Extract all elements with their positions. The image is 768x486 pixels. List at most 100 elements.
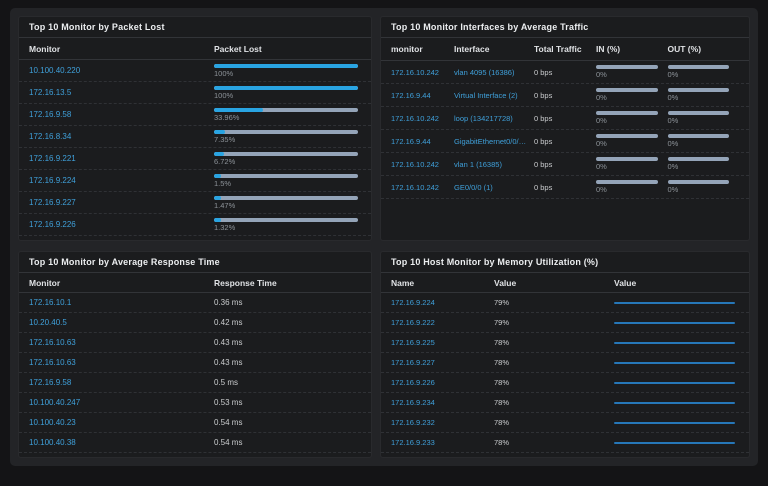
packet-lost-bar-cell: 33.96% [214, 107, 361, 122]
table-row: 10.100.40.23 0.54 ms [19, 413, 371, 433]
interface-link[interactable]: GE0/0/0 (1) [454, 183, 534, 192]
panel-title-packet-lost: Top 10 Monitor by Packet Lost [19, 17, 371, 38]
monitor-link[interactable]: 172.16.9.226 [29, 220, 214, 229]
table-row: 10.100.40.220 100% [19, 60, 371, 82]
memory-value: 78% [494, 418, 510, 427]
monitor-link[interactable]: 10.20.40.5 [29, 318, 214, 327]
memory-sparkline [614, 421, 735, 424]
monitor-link[interactable]: 172.16.10.242 [391, 68, 454, 77]
monitor-link[interactable]: 172.16.8.34 [29, 132, 214, 141]
table-body-memory-utilization: 172.16.9.224 79% 172.16.9.222 79% 172.16.9.2… [381, 293, 749, 453]
percent-label: 1.32% [214, 222, 236, 232]
out-traffic-bar-cell: 0% [667, 88, 740, 102]
out-traffic-bar-cell: 0% [667, 134, 740, 148]
table-row: 172.16.8.34 7.35% [19, 126, 371, 148]
percent-label: 0% [596, 116, 607, 126]
monitor-link[interactable]: 172.16.9.58 [29, 110, 214, 119]
total-traffic-value: 0 bps [534, 182, 553, 192]
table-body-response-time: 172.16.10.1 0.36 ms 10.20.40.5 0.42 ms 172.1… [19, 293, 371, 453]
table-row: 172.16.13.5 100% [19, 82, 371, 104]
table-row: 172.16.9.222 79% [381, 313, 749, 333]
memory-sparkline-cell [614, 361, 739, 364]
percent-label: 0% [596, 70, 607, 80]
col-header-packet-lost: Packet Lost [214, 43, 262, 54]
memory-sparkline-cell [614, 441, 739, 444]
interface-link[interactable]: loop (134217728) [454, 114, 534, 123]
progress-track [667, 180, 729, 185]
memory-sparkline [614, 401, 735, 404]
monitor-link[interactable]: 172.16.9.224 [29, 176, 214, 185]
monitor-link[interactable]: 10.100.40.220 [29, 66, 214, 75]
monitor-link[interactable]: 172.16.10.63 [29, 358, 214, 367]
monitor-link[interactable]: 172.16.10.242 [391, 114, 454, 123]
dashboard-board: Top 10 Monitor by Packet Lost Monitor Pa… [10, 8, 758, 466]
interface-link[interactable]: vlan 4095 (16386) [454, 68, 534, 77]
in-traffic-bar-cell: 0% [596, 134, 668, 148]
monitor-link[interactable]: 10.100.40.247 [29, 398, 214, 407]
monitor-link[interactable]: 172.16.10.1 [29, 298, 214, 307]
monitor-link[interactable]: 172.16.9.44 [391, 137, 454, 146]
table-row: 172.16.9.227 78% [381, 353, 749, 373]
table-row: 172.16.10.1 0.36 ms [19, 293, 371, 313]
memory-sparkline [614, 301, 735, 304]
host-link[interactable]: 172.16.9.225 [391, 338, 494, 347]
col-header-interface: Interface [454, 44, 490, 54]
monitor-link[interactable]: 172.16.10.63 [29, 338, 214, 347]
progress-track [214, 217, 358, 222]
in-traffic-bar-cell: 0% [596, 180, 668, 194]
table-row: 172.16.9.233 78% [381, 433, 749, 453]
memory-value: 79% [494, 318, 510, 327]
percent-label: 6.72% [214, 156, 236, 166]
host-link[interactable]: 172.16.9.233 [391, 438, 494, 447]
col-header-monitor: Monitor [29, 43, 61, 54]
table-row: 172.16.9.58 33.96% [19, 104, 371, 126]
progress-fill [214, 107, 263, 112]
interface-link[interactable]: GigabitEthernet0/0/1... [454, 137, 534, 146]
table-row: 172.16.9.227 1.47% [19, 192, 371, 214]
progress-track [214, 85, 358, 90]
monitor-link[interactable]: 172.16.10.242 [391, 183, 454, 192]
percent-label: 100% [214, 68, 234, 78]
host-link[interactable]: 172.16.9.232 [391, 418, 494, 427]
out-traffic-bar-cell: 0% [667, 65, 740, 79]
memory-value: 78% [494, 398, 510, 407]
monitor-link[interactable]: 172.16.10.242 [391, 160, 454, 169]
percent-label: 0% [667, 116, 679, 126]
host-link[interactable]: 172.16.9.234 [391, 398, 494, 407]
panel-avg-traffic: Top 10 Monitor Interfaces by Average Tra… [380, 16, 750, 241]
memory-sparkline-cell [614, 421, 739, 424]
total-traffic-value: 0 bps [534, 136, 553, 146]
table-row: 172.16.9.58 0.5 ms [19, 373, 371, 393]
packet-lost-bar-cell: 1.47% [214, 195, 361, 210]
progress-track [667, 88, 729, 93]
percent-label: 33.96% [214, 112, 240, 122]
monitor-link[interactable]: 172.16.9.221 [29, 154, 214, 163]
monitor-link[interactable]: 172.16.9.44 [391, 91, 454, 100]
table-row: 172.16.9.224 1.5% [19, 170, 371, 192]
monitor-link[interactable]: 10.100.40.38 [29, 438, 214, 447]
monitor-link[interactable]: 172.16.9.58 [29, 378, 214, 387]
interface-link[interactable]: Virtual Interface (2) [454, 91, 534, 100]
monitor-link[interactable]: 172.16.13.5 [29, 88, 214, 97]
memory-sparkline [614, 381, 735, 384]
memory-value: 78% [494, 338, 510, 347]
percent-label: 0% [596, 139, 607, 149]
table-row: 172.16.9.234 78% [381, 393, 749, 413]
host-link[interactable]: 172.16.9.227 [391, 358, 494, 367]
monitor-link[interactable]: 172.16.9.227 [29, 198, 214, 207]
memory-value: 78% [494, 438, 510, 447]
table-row: 172.16.9.44 Virtual Interface (2) 0 bps 0% 0… [381, 84, 749, 107]
interface-link[interactable]: vlan 1 (16385) [454, 160, 534, 169]
host-link[interactable]: 172.16.9.222 [391, 318, 494, 327]
percent-label: 1.5% [214, 178, 232, 188]
memory-value: 78% [494, 358, 510, 367]
packet-lost-bar-cell: 7.35% [214, 129, 361, 144]
host-link[interactable]: 172.16.9.226 [391, 378, 494, 387]
progress-track [596, 111, 658, 116]
table-row: 172.16.10.242 vlan 4095 (16386) 0 bps 0% 0% [381, 61, 749, 84]
host-link[interactable]: 172.16.9.224 [391, 298, 494, 307]
table-row: 172.16.9.225 78% [381, 333, 749, 353]
monitor-link[interactable]: 10.100.40.23 [29, 418, 214, 427]
response-time-value: 0.54 ms [214, 438, 243, 447]
memory-value: 78% [494, 378, 510, 387]
